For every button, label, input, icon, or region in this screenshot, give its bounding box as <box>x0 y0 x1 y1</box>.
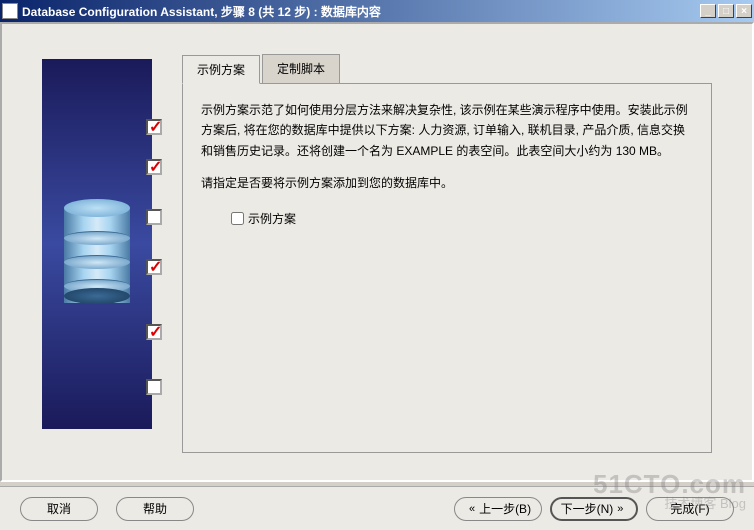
main-panel: 示例方案 定制脚本 示例方案示范了如何使用分层方法来解决复杂性, 该示例在某些演… <box>182 54 712 464</box>
wizard-sidebar <box>42 59 152 429</box>
step-indicator-4 <box>146 259 162 275</box>
tab-sample-schema[interactable]: 示例方案 <box>182 55 260 84</box>
chevron-right-icon: » <box>617 503 623 515</box>
database-icon <box>64 199 130 304</box>
tab-content: 示例方案示范了如何使用分层方法来解决复杂性, 该示例在某些演示程序中使用。安装此… <box>182 83 712 453</box>
tab-custom-script[interactable]: 定制脚本 <box>262 54 340 83</box>
window-title: Database Configuration Assistant, 步骤 8 (… <box>22 3 700 20</box>
content-area: 示例方案 定制脚本 示例方案示范了如何使用分层方法来解决复杂性, 该示例在某些演… <box>0 22 754 482</box>
finish-button[interactable]: 完成(F) <box>646 497 734 521</box>
step-indicator-3 <box>146 209 162 225</box>
sample-schema-label: 示例方案 <box>248 210 296 227</box>
tab-bar: 示例方案 定制脚本 <box>182 54 712 83</box>
maximize-button[interactable]: □ <box>718 4 734 18</box>
help-button[interactable]: 帮助 <box>116 497 194 521</box>
step-indicator-2 <box>146 159 162 175</box>
close-button[interactable]: × <box>736 4 752 18</box>
next-button-label: 下一步(N) <box>561 500 614 517</box>
cancel-button[interactable]: 取消 <box>20 497 98 521</box>
titlebar: Database Configuration Assistant, 步骤 8 (… <box>0 0 754 22</box>
description-paragraph-2: 请指定是否要将示例方案添加到您的数据库中。 <box>201 173 693 193</box>
sample-schema-checkbox[interactable] <box>231 212 244 225</box>
button-bar: 取消 帮助 « 上一步(B) 下一步(N) » 完成(F) <box>0 486 754 530</box>
back-button[interactable]: « 上一步(B) <box>454 497 542 521</box>
step-indicator-1 <box>146 119 162 135</box>
app-icon <box>2 3 18 19</box>
step-indicator-6 <box>146 379 162 395</box>
next-button[interactable]: 下一步(N) » <box>550 497 638 521</box>
description-paragraph-1: 示例方案示范了如何使用分层方法来解决复杂性, 该示例在某些演示程序中使用。安装此… <box>201 100 693 161</box>
minimize-button[interactable]: _ <box>700 4 716 18</box>
step-indicator-5 <box>146 324 162 340</box>
back-button-label: 上一步(B) <box>479 500 531 517</box>
chevron-left-icon: « <box>469 503 475 515</box>
